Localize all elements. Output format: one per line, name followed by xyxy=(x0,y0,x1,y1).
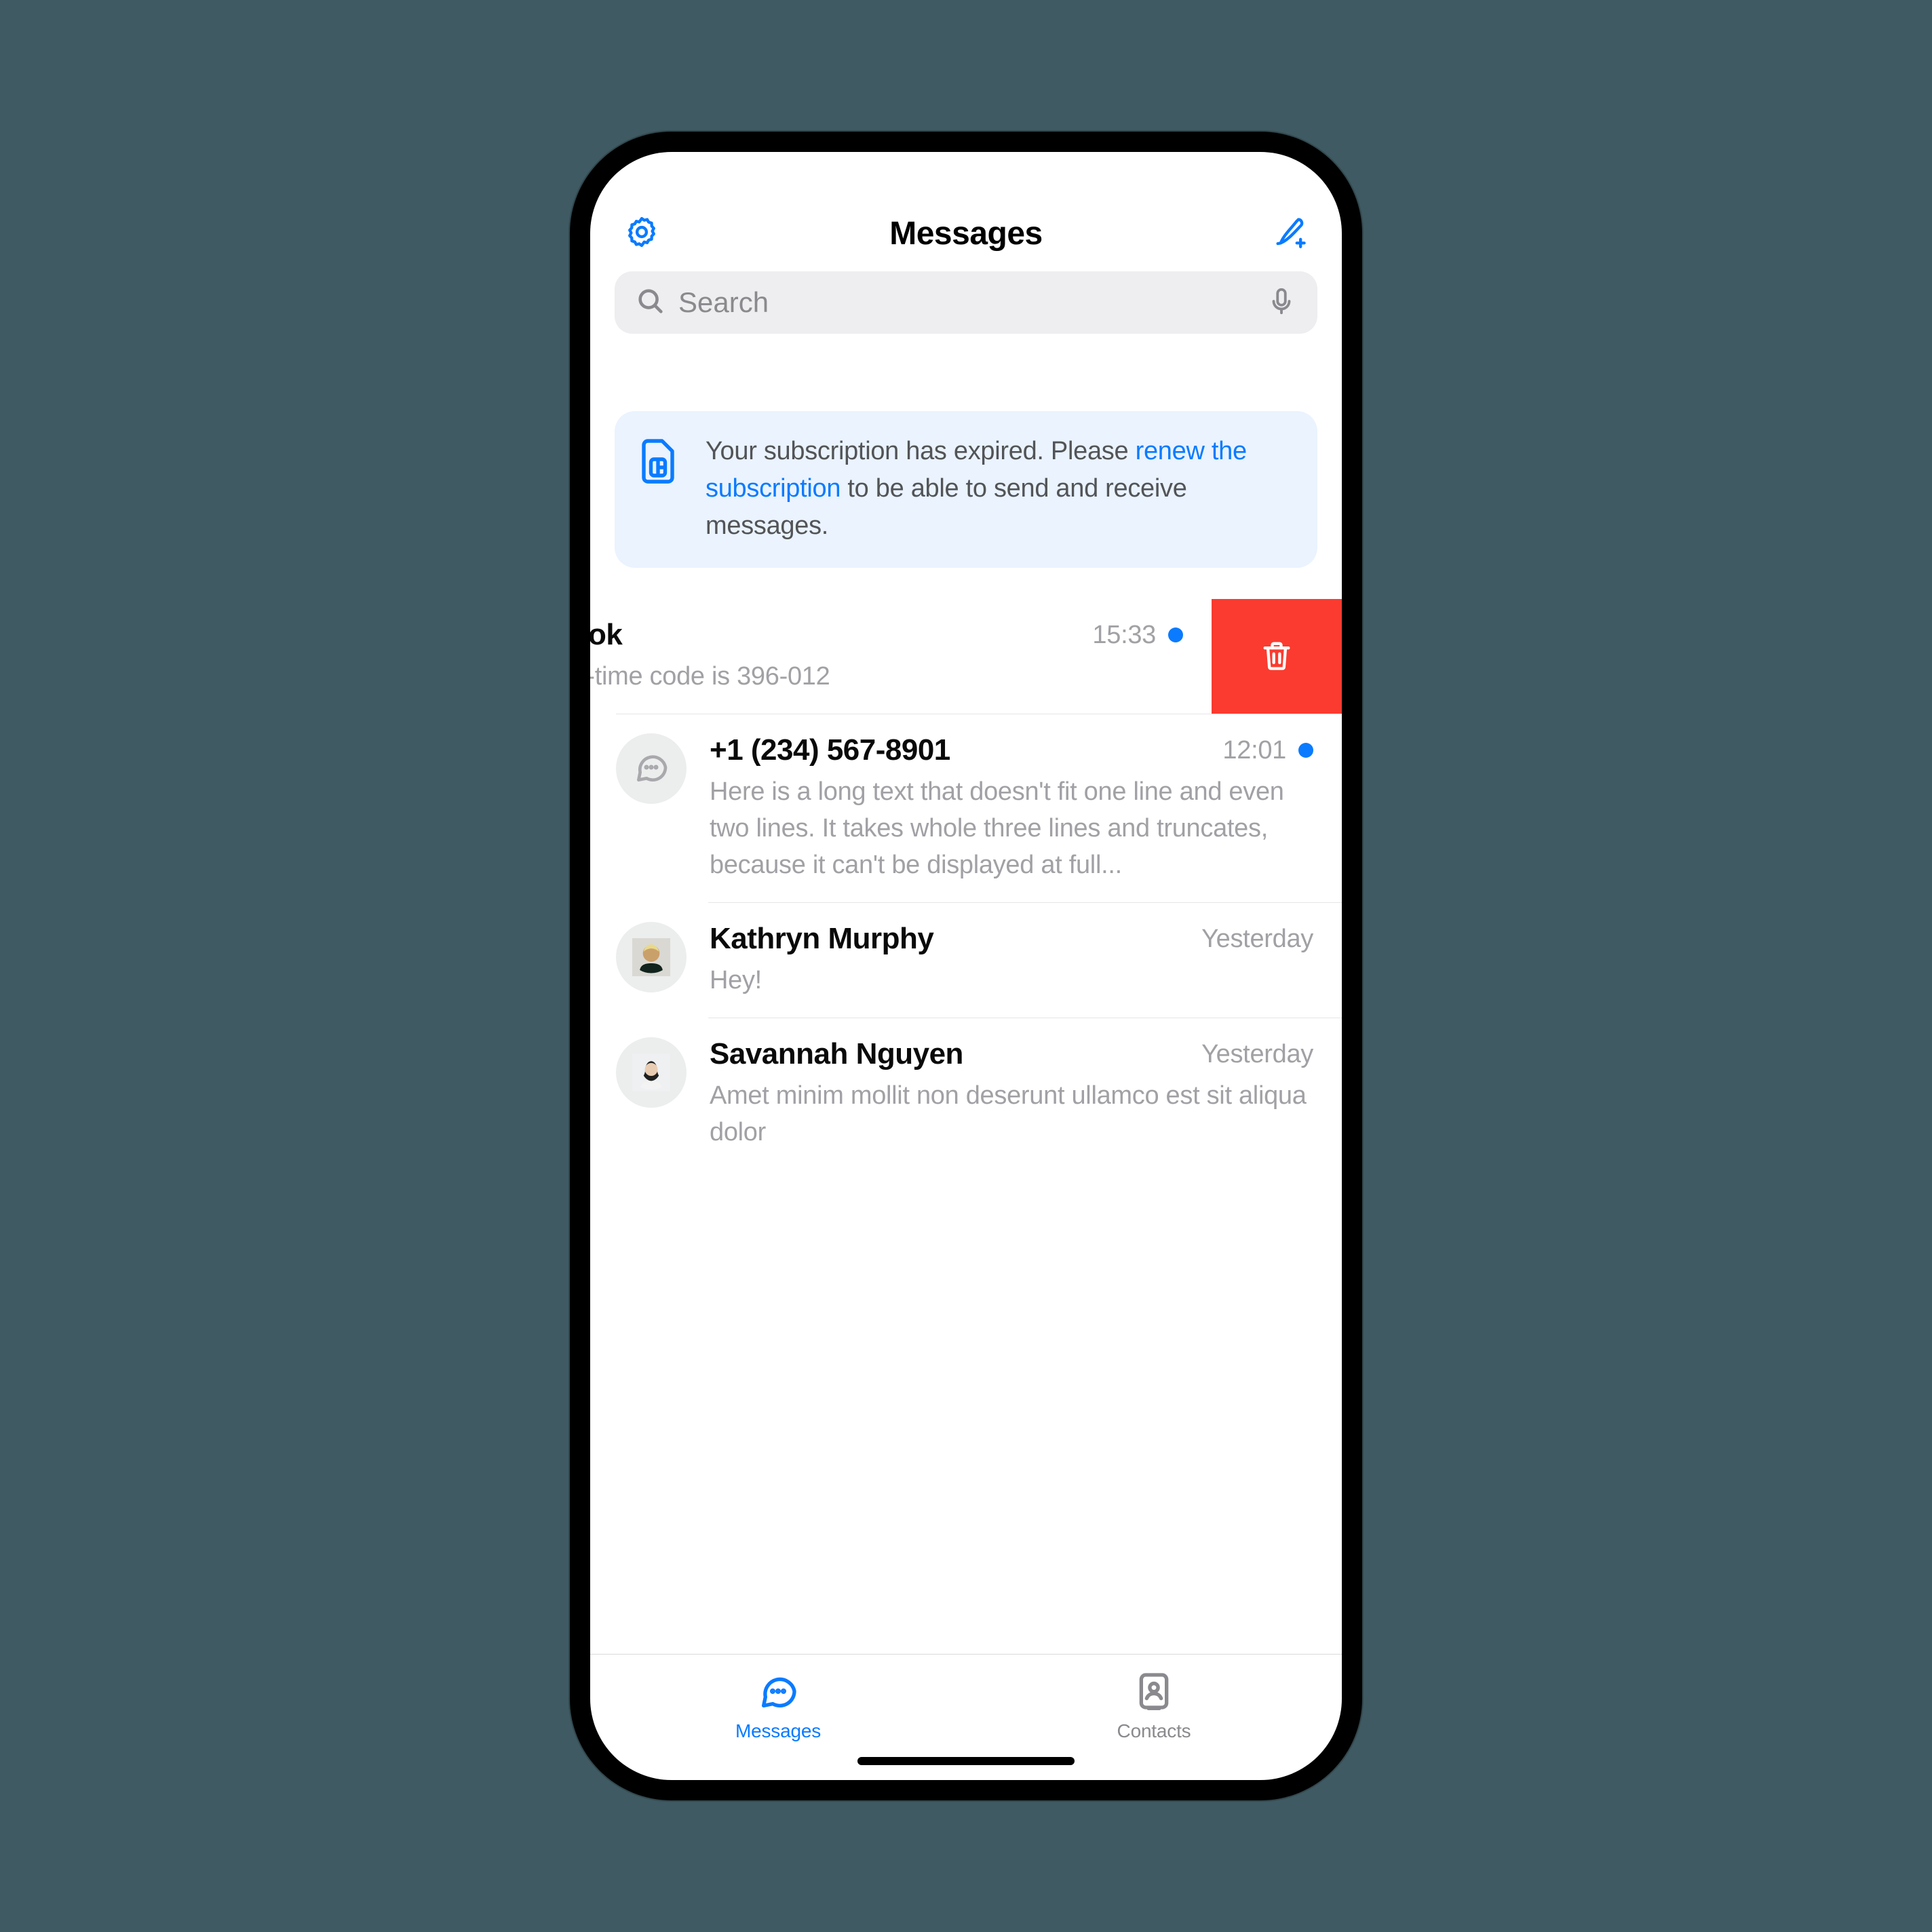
phone-frame: Messages xyxy=(570,132,1362,1800)
avatar-image xyxy=(632,1054,670,1091)
banner-pre: Your subscription has expired. Please xyxy=(706,437,1136,465)
unread-dot xyxy=(1298,743,1313,758)
conversation-row[interactable]: Facebook 15:33 Your one-time code is 396… xyxy=(590,599,1342,714)
unread-dot xyxy=(1168,627,1183,642)
search-input[interactable] xyxy=(678,286,1254,319)
conversation-preview: Here is a long text that doesn't fit one… xyxy=(710,774,1313,884)
settings-button[interactable] xyxy=(623,214,661,252)
compose-icon xyxy=(1273,214,1308,253)
home-indicator[interactable] xyxy=(857,1757,1075,1765)
tab-label: Messages xyxy=(735,1720,821,1742)
avatar xyxy=(616,1037,687,1108)
page-title: Messages xyxy=(889,215,1042,252)
tab-contacts[interactable]: Contacts xyxy=(966,1655,1342,1757)
conversation-name: Kathryn Murphy xyxy=(710,922,1189,956)
conversation-preview: Amet minim mollit non deserunt ullamco e… xyxy=(710,1078,1313,1151)
conversation-time: 12:01 xyxy=(1222,736,1286,765)
avatar xyxy=(616,733,687,804)
conversation-row[interactable]: Savannah Nguyen Yesterday Amet minim mol… xyxy=(590,1018,1342,1170)
tab-label: Contacts xyxy=(1117,1720,1191,1742)
search-icon xyxy=(635,286,666,320)
avatar xyxy=(616,922,687,992)
conversations-list: Facebook 15:33 Your one-time code is 396… xyxy=(590,568,1342,1654)
trash-icon xyxy=(1259,638,1294,676)
messages-icon xyxy=(756,1669,800,1716)
conversation-preview: Your one-time code is 396-012 xyxy=(590,659,1183,695)
conversation-time: Yesterday xyxy=(1201,1040,1313,1069)
search-field[interactable] xyxy=(615,271,1317,334)
header: Messages xyxy=(590,152,1342,271)
gear-icon xyxy=(624,214,659,253)
subscription-banner: Your subscription has expired. Please re… xyxy=(615,411,1317,568)
conversation-name: Savannah Nguyen xyxy=(710,1037,1189,1071)
conversation-time: 15:33 xyxy=(1092,621,1156,650)
compose-button[interactable] xyxy=(1271,214,1309,252)
conversation-preview: Hey! xyxy=(710,963,1313,999)
chat-bubble-icon xyxy=(632,748,670,790)
delete-button[interactable] xyxy=(1212,599,1342,714)
tab-messages[interactable]: Messages xyxy=(590,1655,966,1757)
banner-text: Your subscription has expired. Please re… xyxy=(706,433,1298,545)
conversation-row[interactable]: Kathryn Murphy Yesterday Hey! xyxy=(590,903,1342,1018)
avatar-image xyxy=(632,938,670,976)
screen: Messages xyxy=(590,152,1342,1780)
contacts-icon xyxy=(1132,1669,1176,1716)
conversation-time: Yesterday xyxy=(1201,925,1313,954)
conversation-row[interactable]: +1 (234) 567-8901 12:01 Here is a long t… xyxy=(590,714,1342,903)
sim-card-icon xyxy=(634,433,682,545)
conversation-name: +1 (234) 567-8901 xyxy=(710,733,1210,767)
mic-icon[interactable] xyxy=(1266,286,1297,320)
search-bar xyxy=(590,271,1342,346)
conversation-name: Facebook xyxy=(590,618,1080,652)
